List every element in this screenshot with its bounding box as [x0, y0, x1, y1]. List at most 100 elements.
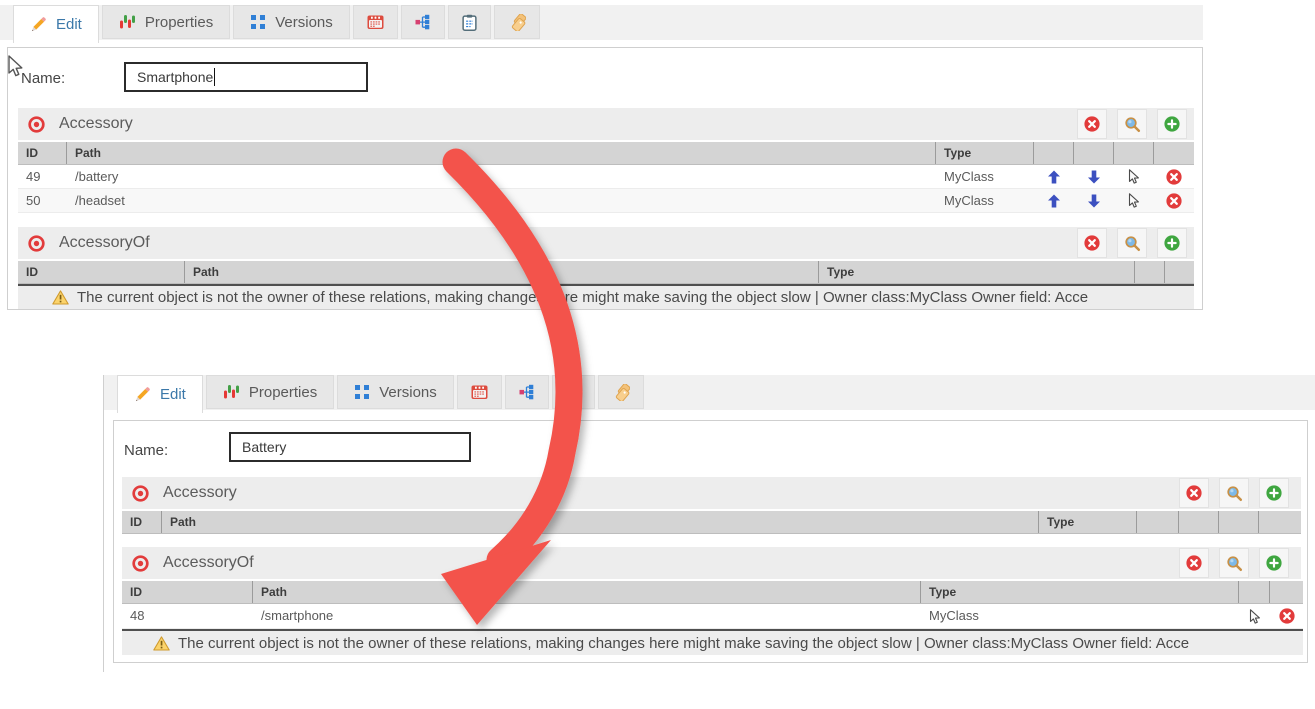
search-button[interactable] [1219, 478, 1249, 508]
cell-id: 50 [18, 189, 67, 212]
clipboard-icon [462, 14, 477, 31]
tab-schedule[interactable] [457, 375, 502, 409]
section-accessory-of: AccessoryOf [18, 227, 1194, 259]
add-button[interactable] [1259, 478, 1289, 508]
section-title: Accessory [163, 484, 237, 502]
search-icon [1226, 555, 1243, 572]
add-button[interactable] [1259, 548, 1289, 578]
move-down-icon[interactable] [1087, 194, 1101, 208]
relation-bullseye-icon [28, 235, 45, 252]
versions-icon [250, 14, 266, 30]
tab-notes[interactable] [552, 375, 595, 409]
remove-all-button[interactable] [1179, 548, 1209, 578]
open-pointer-icon[interactable] [1128, 193, 1140, 208]
name-label: Name: [124, 442, 168, 459]
open-pointer-icon[interactable] [1249, 609, 1261, 624]
col-type: Type [921, 581, 1239, 603]
cell-type: MyClass [936, 165, 1034, 188]
tab-versions-label: Versions [275, 14, 333, 31]
text-caret [214, 68, 215, 86]
properties-icon [223, 384, 240, 400]
tab-properties-label: Properties [145, 14, 213, 31]
col-path: Path [162, 511, 1039, 533]
tag-icon [508, 14, 526, 31]
move-down-icon[interactable] [1087, 170, 1101, 184]
search-button[interactable] [1117, 228, 1147, 258]
remove-all-icon [1084, 116, 1100, 132]
col-path: Path [185, 261, 819, 283]
versions-icon [354, 384, 370, 400]
col-type: Type [936, 142, 1034, 164]
tab-edit-label: Edit [56, 16, 82, 33]
tab-schedule[interactable] [353, 5, 398, 39]
cell-type: MyClass [921, 604, 1239, 628]
move-up-icon[interactable] [1047, 170, 1061, 184]
tab-bar-smartphone: Edit Properties Versions [0, 5, 1203, 40]
tab-notes[interactable] [448, 5, 491, 39]
screen: Edit Properties Versions Name: Smartphon… [0, 0, 1315, 709]
table-row-smartphone[interactable]: 48 /smartphone MyClass [122, 604, 1303, 629]
col-id: ID [122, 511, 162, 533]
mouse-pointer-icon [7, 55, 27, 79]
warning-icon [52, 290, 69, 305]
section-accessory: Accessory [122, 477, 1301, 509]
tab-tags[interactable] [494, 5, 540, 39]
relation-bullseye-icon [28, 116, 45, 133]
accessory-table-header: ID Path Type [122, 511, 1301, 534]
remove-all-button[interactable] [1179, 478, 1209, 508]
calendar-icon [471, 384, 488, 400]
col-path: Path [253, 581, 921, 603]
tab-edit[interactable]: Edit [13, 5, 99, 43]
pencil-icon [30, 16, 47, 33]
search-icon [1226, 485, 1243, 502]
tab-dependencies[interactable] [505, 375, 549, 409]
edit-panel-smartphone: Name: Smartphone Accessory ID Path Type … [7, 47, 1203, 310]
warning-text: The current object is not the owner of t… [77, 289, 1088, 306]
remove-all-button[interactable] [1077, 228, 1107, 258]
edit-panel-battery: Name: Battery Accessory ID Path Type Acc… [113, 420, 1308, 663]
col-id: ID [18, 261, 185, 283]
warning-icon [153, 636, 170, 651]
tab-tags[interactable] [598, 375, 644, 409]
owner-warning: The current object is not the owner of t… [122, 629, 1303, 655]
remove-all-icon [1084, 235, 1100, 251]
tab-bar-battery: Edit Properties Versions [104, 375, 1315, 410]
tab-properties[interactable]: Properties [206, 375, 334, 409]
tag-icon [612, 384, 630, 401]
tab-edit[interactable]: Edit [117, 375, 203, 413]
add-button[interactable] [1157, 109, 1187, 139]
add-button[interactable] [1157, 228, 1187, 258]
owner-warning: The current object is not the owner of t… [18, 284, 1194, 309]
remove-all-icon [1186, 555, 1202, 571]
table-row-headset[interactable]: 50 /headset MyClass [18, 189, 1194, 213]
name-input[interactable]: Battery [229, 432, 471, 462]
tab-versions[interactable]: Versions [233, 5, 350, 39]
tab-properties[interactable]: Properties [102, 5, 230, 39]
accessory-of-table-header: ID Path Type [18, 261, 1194, 284]
search-button[interactable] [1117, 109, 1147, 139]
remove-all-button[interactable] [1077, 109, 1107, 139]
move-up-icon[interactable] [1047, 194, 1061, 208]
name-label: Name: [21, 70, 65, 87]
name-input[interactable]: Smartphone [124, 62, 368, 92]
remove-row-icon[interactable] [1279, 608, 1295, 624]
cell-id: 49 [18, 165, 67, 188]
search-icon [1124, 235, 1141, 252]
tab-versions-label: Versions [379, 384, 437, 401]
remove-row-icon[interactable] [1166, 193, 1182, 209]
cell-path: /headset [67, 189, 936, 212]
properties-icon [119, 14, 136, 30]
dependencies-icon [519, 384, 535, 400]
add-icon [1164, 235, 1180, 251]
open-pointer-icon[interactable] [1128, 169, 1140, 184]
accessory-of-table-header: ID Path Type [122, 581, 1303, 604]
tab-dependencies[interactable] [401, 5, 445, 39]
pencil-icon [134, 386, 151, 403]
name-value: Battery [242, 439, 286, 455]
remove-row-icon[interactable] [1166, 169, 1182, 185]
tab-edit-label: Edit [160, 386, 186, 403]
tab-versions[interactable]: Versions [337, 375, 454, 409]
tab-properties-label: Properties [249, 384, 317, 401]
table-row-battery[interactable]: 49 /battery MyClass [18, 165, 1194, 189]
search-button[interactable] [1219, 548, 1249, 578]
